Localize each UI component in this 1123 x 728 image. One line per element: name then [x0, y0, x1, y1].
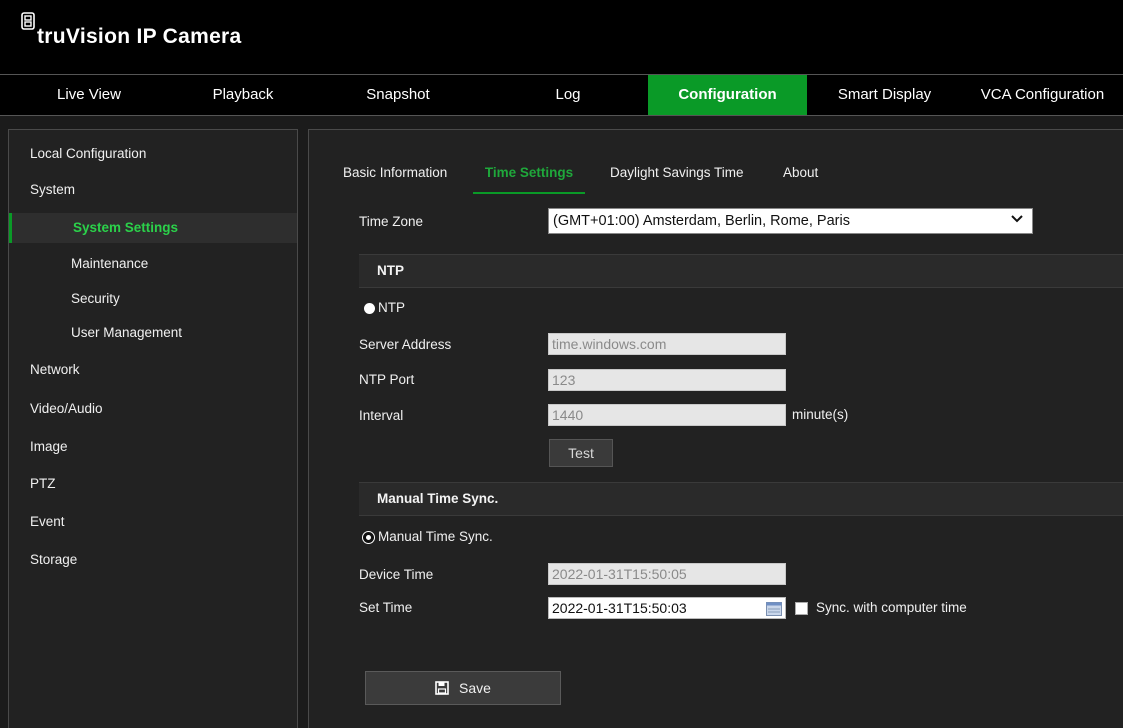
sync-computer-time-checkbox[interactable] — [795, 602, 808, 615]
app-title: truVision IP Camera — [37, 25, 242, 48]
tab-basic-information[interactable]: Basic Information — [343, 154, 447, 194]
sidebar-item-system-settings[interactable]: System Settings — [9, 213, 297, 243]
main-panel: Basic Information Time Settings Daylight… — [308, 129, 1123, 728]
tab-log[interactable]: Log — [488, 75, 648, 115]
server-address-label: Server Address — [359, 337, 452, 352]
tab-smart-display[interactable]: Smart Display — [807, 75, 962, 115]
sync-computer-time-label: Sync. with computer time — [816, 600, 967, 615]
sidebar-item-security[interactable]: Security — [9, 284, 297, 314]
test-button[interactable]: Test — [549, 439, 613, 467]
ntp-section-header: NTP — [359, 254, 1123, 288]
tab-live-view[interactable]: Live View — [0, 75, 178, 115]
interval-label: Interval — [359, 408, 404, 423]
sidebar-item-network[interactable]: Network — [9, 355, 297, 385]
ntp-radio-label: NTP — [378, 300, 405, 315]
interval-unit: minute(s) — [792, 407, 849, 422]
chevron-down-icon — [1011, 215, 1023, 223]
calendar-icon[interactable] — [766, 602, 782, 616]
sidebar-item-image[interactable]: Image — [9, 432, 297, 462]
tab-daylight-savings-time[interactable]: Daylight Savings Time — [610, 154, 744, 194]
manual-sync-section-header: Manual Time Sync. — [359, 482, 1123, 516]
ntp-radio[interactable] — [364, 303, 375, 314]
tab-time-settings[interactable]: Time Settings — [473, 154, 585, 194]
sidebar: Local Configuration System System Settin… — [8, 129, 298, 728]
save-button-label: Save — [459, 680, 491, 696]
sidebar-item-system[interactable]: System — [9, 175, 297, 205]
time-zone-label: Time Zone — [359, 214, 424, 229]
tab-playback[interactable]: Playback — [178, 75, 308, 115]
sidebar-item-storage[interactable]: Storage — [9, 545, 297, 575]
sidebar-item-event[interactable]: Event — [9, 507, 297, 537]
sidebar-item-video-audio[interactable]: Video/Audio — [9, 394, 297, 424]
logo-icon — [21, 12, 35, 30]
save-button[interactable]: Save — [365, 671, 561, 705]
server-address-field[interactable]: time.windows.com — [548, 333, 786, 355]
sidebar-item-maintenance[interactable]: Maintenance — [9, 249, 297, 279]
sidebar-item-ptz[interactable]: PTZ — [9, 469, 297, 499]
time-zone-value: (GMT+01:00) Amsterdam, Berlin, Rome, Par… — [553, 213, 850, 229]
ntp-port-label: NTP Port — [359, 372, 415, 387]
time-zone-select[interactable]: (GMT+01:00) Amsterdam, Berlin, Rome, Par… — [548, 208, 1033, 234]
manual-sync-radio-label: Manual Time Sync. — [378, 529, 493, 544]
tab-configuration[interactable]: Configuration — [648, 75, 807, 115]
set-time-label: Set Time — [359, 600, 413, 615]
sidebar-item-local-configuration[interactable]: Local Configuration — [9, 139, 297, 169]
header: truVision IP Camera — [0, 0, 1123, 74]
tab-about[interactable]: About — [783, 154, 818, 194]
top-navigation: Live View Playback Snapshot Log Configur… — [0, 74, 1123, 116]
tab-vca-configuration[interactable]: VCA Configuration — [962, 75, 1123, 115]
tab-snapshot[interactable]: Snapshot — [308, 75, 488, 115]
interval-field[interactable]: 1440 — [548, 404, 786, 426]
save-icon — [435, 681, 449, 695]
manual-sync-radio[interactable] — [363, 532, 374, 543]
sidebar-item-user-management[interactable]: User Management — [9, 318, 297, 348]
device-time-field[interactable]: 2022-01-31T15:50:05 — [548, 563, 786, 585]
device-time-label: Device Time — [359, 567, 434, 582]
set-time-field[interactable]: 2022-01-31T15:50:03 — [548, 597, 786, 619]
ntp-port-field[interactable]: 123 — [548, 369, 786, 391]
